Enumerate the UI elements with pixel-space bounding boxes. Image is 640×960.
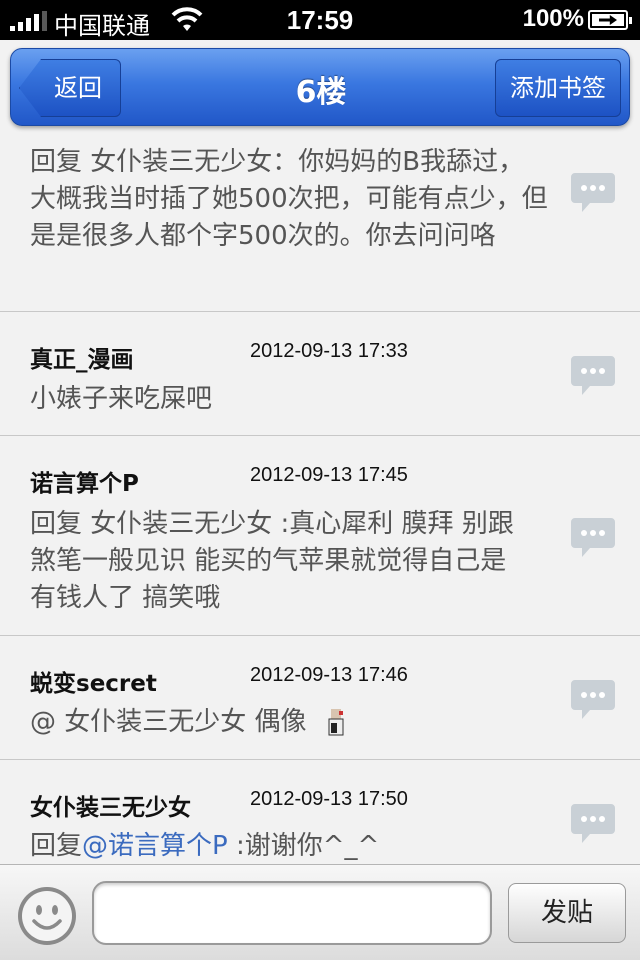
reply-bubble-icon[interactable] [570, 676, 616, 722]
reply-prefix: 回复 [30, 831, 83, 861]
status-bar: 中国联通 17:59 100% [0, 0, 640, 40]
list-item: 女仆装三无少女 2012-09-13 17:50 回复@诺言算个P :谢谢你^_… [0, 760, 640, 864]
composer-bar: 发贴 [0, 864, 640, 960]
battery-percent: 100% [522, 5, 584, 32]
reply-author[interactable]: 诺言算个P [30, 464, 139, 498]
navigation-bar: 返回 6楼 添加书签 [0, 40, 640, 136]
reply-bubble-icon[interactable] [570, 352, 616, 398]
list-item: 蜕变secret 2012-09-13 17:46 @ 女仆装三无少女 偶像 [0, 636, 640, 760]
reply-text: 回复 女仆装三无少女 :真心犀利 膜拜 别跟煞笔一般见识 能买的气苹果就觉得自己… [30, 509, 514, 613]
reply-author[interactable]: 真正_漫画 [30, 340, 134, 374]
reply-text: 回复@诺言算个P :谢谢你^_^ [30, 828, 550, 864]
reply-text: 小婊子来吃屎吧 [30, 384, 213, 414]
reply-input[interactable] [92, 881, 492, 945]
list-item: 诺言算个P 2012-09-13 17:45 回复 女仆装三无少女 :真心犀利 … [0, 436, 640, 636]
submit-post-button[interactable]: 发贴 [508, 883, 626, 943]
reply-bubble-icon[interactable] [570, 514, 616, 560]
reply-time: 2012-09-13 17:33 [250, 340, 408, 362]
add-bookmark-button[interactable]: 添加书签 [495, 59, 621, 117]
reply-time: 2012-09-13 17:50 [250, 788, 408, 810]
reply-bubble-icon[interactable] [570, 169, 616, 215]
reply-author[interactable]: 蜕变secret [30, 664, 157, 698]
reply-text: 回复 女仆装三无少女：你妈妈的B我舔过，大概我当时插了她500次把，可能有点少，… [30, 147, 548, 251]
reply-suffix: :谢谢你^_^ [227, 831, 380, 861]
reply-author[interactable]: 女仆装三无少女 [30, 788, 191, 822]
reply-time: 2012-09-13 17:46 [250, 664, 408, 686]
reply-bubble-icon[interactable] [570, 800, 616, 846]
battery-icon [588, 10, 632, 30]
reply-time: 2012-09-13 17:45 [250, 464, 408, 486]
emoji-image [328, 708, 344, 735]
list-item: 回复 女仆装三无少女：你妈妈的B我舔过，大概我当时插了她500次把，可能有点少，… [0, 136, 640, 312]
reply-list[interactable]: 回复 女仆装三无少女：你妈妈的B我舔过，大概我当时插了她500次把，可能有点少，… [0, 136, 640, 864]
smiley-icon[interactable] [16, 885, 78, 947]
reply-text: @ 女仆装三无少女 偶像 [30, 704, 550, 741]
list-item: 真正_漫画 2012-09-13 17:33 小婊子来吃屎吧 [0, 312, 640, 436]
mention-link[interactable]: @诺言算个P [82, 831, 228, 861]
reply-text-body: @ 女仆装三无少女 偶像 [30, 707, 307, 737]
